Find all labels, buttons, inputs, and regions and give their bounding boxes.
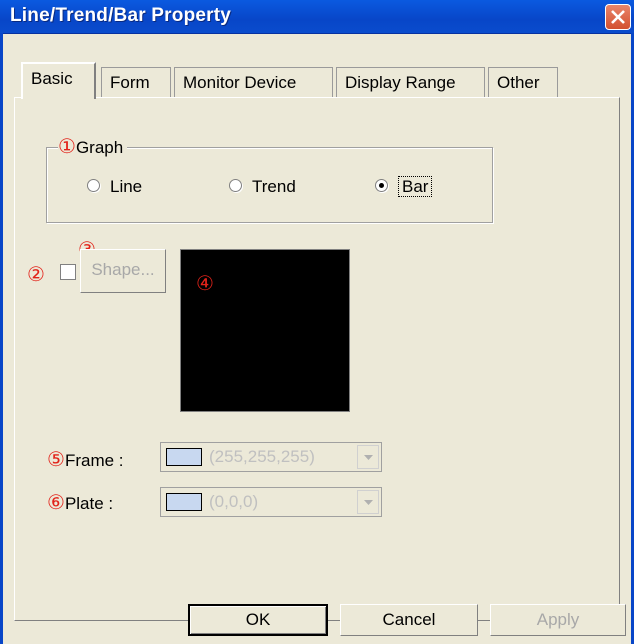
- tab-monitor-device[interactable]: Monitor Device: [174, 67, 333, 98]
- plate-color-combo[interactable]: (0,0,0): [160, 487, 382, 517]
- frame-color-combo[interactable]: (255,255,255): [160, 442, 382, 472]
- tab-other[interactable]: Other: [488, 67, 558, 98]
- marker-4: ④: [196, 273, 214, 295]
- tab-basic[interactable]: Basic: [21, 62, 96, 99]
- graph-label: Graph: [75, 138, 124, 157]
- plate-dropdown-button[interactable]: [357, 490, 379, 514]
- frame-label: Frame :: [64, 451, 124, 470]
- radio-trend-label: Trend: [252, 177, 296, 196]
- close-button[interactable]: [605, 4, 631, 30]
- property-dialog: Line/Trend/Bar Property Basic Form Monit…: [0, 0, 634, 644]
- close-icon: [611, 10, 625, 24]
- title-bar[interactable]: Line/Trend/Bar Property: [0, 0, 634, 34]
- tab-display-range[interactable]: Display Range: [336, 67, 485, 98]
- graph-legend: ①Graph: [58, 134, 128, 159]
- marker-2: ②: [27, 264, 45, 286]
- ok-button[interactable]: OK: [188, 604, 328, 636]
- radio-line[interactable]: Line: [87, 176, 142, 198]
- plate-color-value: (0,0,0): [209, 492, 259, 511]
- window-frame-left: [0, 33, 3, 644]
- radio-bar-indicator[interactable]: [375, 179, 388, 193]
- chevron-down-icon: [364, 455, 373, 460]
- marker-6: ⑥: [47, 492, 65, 514]
- marker-5: ⑤: [47, 449, 65, 471]
- dialog-title: Line/Trend/Bar Property: [10, 5, 232, 26]
- plate-color-swatch: [166, 493, 202, 511]
- frame-color-swatch: [166, 448, 202, 466]
- apply-button[interactable]: Apply: [490, 604, 626, 636]
- frame-color-value: (255,255,255): [209, 447, 315, 466]
- radio-line-label: Line: [110, 177, 143, 196]
- tab-form[interactable]: Form: [101, 67, 171, 98]
- plate-label: Plate :: [64, 494, 114, 513]
- frame-label-row: ⑤Frame :: [47, 447, 124, 472]
- chevron-down-icon: [364, 500, 373, 505]
- cancel-button[interactable]: Cancel: [340, 604, 478, 636]
- shape-button[interactable]: Shape...: [80, 249, 166, 293]
- frame-dropdown-button[interactable]: [357, 445, 379, 469]
- marker-1: ①: [58, 136, 76, 158]
- radio-bar-label: Bar: [398, 176, 433, 197]
- radio-trend-indicator[interactable]: [229, 179, 242, 193]
- shape-checkbox[interactable]: [60, 264, 76, 280]
- plate-label-row: ⑥Plate :: [47, 490, 113, 515]
- radio-bar[interactable]: Bar: [375, 176, 433, 198]
- radio-line-indicator[interactable]: [87, 179, 100, 193]
- radio-trend[interactable]: Trend: [229, 176, 296, 198]
